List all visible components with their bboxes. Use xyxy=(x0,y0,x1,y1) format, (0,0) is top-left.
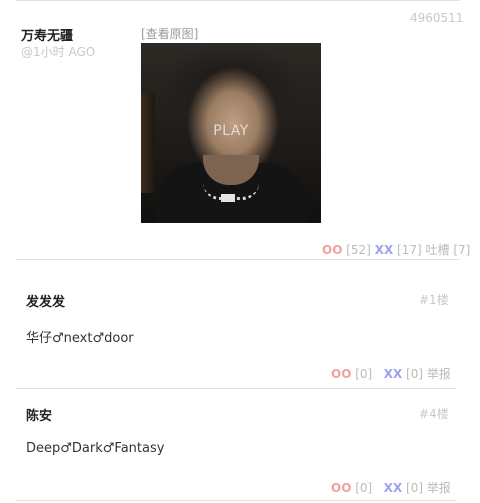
comment-vote-bar: OO [0] XX [0] 举报 xyxy=(331,365,451,382)
post-vote-bar: OO [52] XX [17] 吐槽 [7] xyxy=(322,241,470,258)
report-button[interactable]: 举报 xyxy=(427,481,451,495)
post-author: 万寿无疆 xyxy=(21,29,74,44)
comment-xx-button[interactable]: XX xyxy=(384,481,403,495)
comment-floor[interactable]: #1楼 xyxy=(419,291,449,308)
comment-oo-count: [0] xyxy=(355,481,373,495)
comment-xx-count: [0] xyxy=(406,367,424,381)
post-xx-count: [17] xyxy=(397,243,422,257)
play-label[interactable]: PLAY xyxy=(141,123,321,139)
comment-divider xyxy=(16,388,456,389)
comment-oo-button[interactable]: OO xyxy=(331,481,351,495)
thumb-pendant xyxy=(221,194,235,202)
report-button[interactable]: 举报 xyxy=(427,367,451,381)
comment-oo-count: [0] xyxy=(355,367,373,381)
tucao-count: [7] xyxy=(453,243,471,257)
post-id[interactable]: 4960511 xyxy=(410,11,463,25)
gif-thumbnail[interactable]: PLAY xyxy=(141,43,321,223)
comment-xx-button[interactable]: XX xyxy=(384,367,403,381)
comment-oo-button[interactable]: OO xyxy=(331,367,351,381)
tucao-button[interactable]: 吐槽 xyxy=(426,243,450,257)
bottom-divider xyxy=(16,500,456,501)
post-xx-button[interactable]: XX xyxy=(375,243,394,257)
comment-xx-count: [0] xyxy=(406,481,424,495)
comment-floor[interactable]: #4楼 xyxy=(419,405,449,422)
comment-author: 发发发 xyxy=(26,295,66,310)
comment-text: Deep♂Dark♂Fantasy xyxy=(26,441,165,456)
comment-vote-bar: OO [0] XX [0] 举报 xyxy=(331,479,451,496)
post-oo-button[interactable]: OO xyxy=(322,243,342,257)
comment-text: 华仔♂next♂door xyxy=(26,331,134,346)
post-divider xyxy=(16,259,460,260)
top-divider xyxy=(16,0,460,1)
comment-author: 陈安 xyxy=(26,409,53,424)
thumb-background-figure xyxy=(141,93,155,193)
post-time: @1小时 AGO xyxy=(21,45,96,59)
view-original-link[interactable]: [查看原图] xyxy=(141,25,198,42)
post-oo-count: [52] xyxy=(346,243,371,257)
